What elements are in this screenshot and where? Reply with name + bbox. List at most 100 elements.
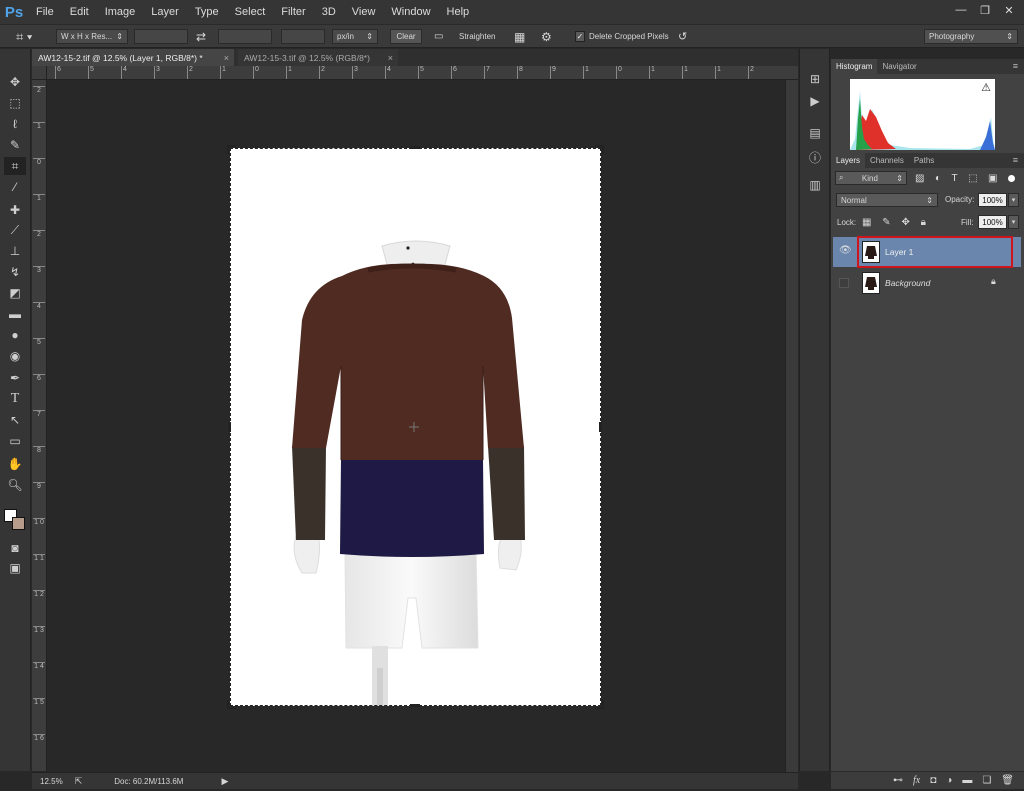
ruler-left[interactable]: 2101234567891 01 11 21 31 41 51 6 (32, 80, 47, 771)
menu-filter[interactable]: Filter (273, 0, 313, 24)
shape-filter-icon[interactable]: ⬚ (968, 173, 977, 184)
opacity-slider-arrow-icon[interactable]: ▾ (1008, 193, 1019, 207)
panel-menu-icon[interactable]: ≡ (1013, 61, 1018, 71)
export-icon[interactable]: ⇱ (75, 776, 83, 787)
visibility-toggle[interactable] (839, 278, 849, 288)
marquee-tool-icon[interactable]: ⬚ (4, 94, 26, 112)
menu-window[interactable]: Window (383, 0, 438, 24)
crop-handle[interactable] (599, 422, 602, 432)
rectangle-tool-icon[interactable]: ▭ (4, 432, 26, 450)
vertical-scrollbar[interactable] (785, 80, 798, 772)
opacity-input[interactable]: 100% (978, 193, 1007, 207)
dodge-tool-icon[interactable]: ◉ (4, 347, 26, 365)
blend-mode-dropdown[interactable]: Normal ⇕ (836, 193, 938, 207)
swap-icon[interactable]: ⇄ (196, 29, 212, 44)
lasso-tool-icon[interactable]: ℓ (4, 115, 26, 133)
close-icon[interactable]: × (388, 53, 393, 63)
menu-select[interactable]: Select (227, 0, 274, 24)
fx-icon[interactable]: fx (913, 775, 920, 786)
gear-icon[interactable]: ⚙ (541, 29, 557, 44)
adjustments-panel-icon[interactable]: ▤ (807, 125, 823, 141)
menu-file[interactable]: File (28, 0, 62, 24)
info-panel-icon[interactable]: ⓘ (807, 149, 823, 165)
trash-icon[interactable]: 🗑︎ (1001, 775, 1014, 786)
link-layers-icon[interactable]: ⊷ (893, 775, 903, 786)
fill-input[interactable]: 100% (978, 215, 1007, 229)
background-color-swatch[interactable] (12, 517, 25, 530)
blur-tool-icon[interactable]: ● (4, 326, 26, 344)
menu-3d[interactable]: 3D (314, 0, 344, 24)
workspace-dropdown[interactable]: Photography ⇕ (924, 29, 1018, 44)
pen-tool-icon[interactable]: ✒ (4, 369, 26, 387)
hand-tool-icon[interactable]: ✋ (4, 455, 26, 473)
lock-transparent-icon[interactable]: ▦ (862, 217, 871, 228)
ratio-dropdown[interactable]: W x H x Res... ⇕ (56, 29, 128, 44)
canvas-area[interactable] (47, 80, 785, 771)
lock-all-icon[interactable]: 🔒︎ (921, 217, 926, 228)
close-icon[interactable]: × (224, 53, 229, 63)
brush-tool-icon[interactable]: ⟋ (4, 221, 26, 239)
straighten-icon[interactable]: ▭ (434, 29, 452, 44)
tab-layers[interactable]: Layers (831, 153, 866, 168)
layer-name[interactable]: Layer 1 (885, 247, 913, 257)
lock-position-icon[interactable]: ✥ (901, 217, 909, 228)
crop-handle[interactable] (227, 700, 236, 709)
warning-icon[interactable]: ⚠ (981, 81, 991, 94)
crop-tool-icon[interactable]: ⌗ (4, 157, 26, 175)
crop-handle[interactable] (228, 422, 231, 432)
panel-menu-icon[interactable]: ≡ (1013, 155, 1018, 165)
new-layer-icon[interactable]: ❏ (982, 775, 991, 786)
crop-handle[interactable] (410, 704, 420, 707)
tab-paths[interactable]: Paths (909, 153, 939, 168)
adjustment-layer-icon[interactable]: ◑ (946, 775, 952, 786)
menu-type[interactable]: Type (187, 0, 227, 24)
path-selection-tool-icon[interactable]: ↖ (4, 411, 26, 429)
eraser-tool-icon[interactable]: ◩ (4, 284, 26, 302)
adjustment-filter-icon[interactable]: ◐ (935, 173, 941, 184)
move-tool-icon[interactable]: ✥ (4, 73, 26, 91)
smart-object-filter-icon[interactable]: ▣ (988, 173, 997, 184)
grid-overlay-icon[interactable]: ▦ (514, 29, 528, 44)
width-input[interactable] (134, 29, 188, 44)
properties-panel-icon[interactable]: ▥ (807, 177, 823, 193)
tab-aw12-15-3[interactable]: AW12-15-3.tif @ 12.5% (RGB/8*) × (238, 49, 398, 66)
healing-brush-tool-icon[interactable]: ✚ (4, 201, 26, 219)
layer-row-background[interactable]: Background 🔒︎ (833, 268, 1021, 298)
menu-help[interactable]: Help (439, 0, 478, 24)
document-image[interactable] (227, 145, 604, 709)
straighten-button[interactable]: Straighten (459, 29, 503, 44)
delete-cropped-checkbox[interactable]: ✓ (575, 29, 585, 44)
add-mask-icon[interactable]: ◘ (930, 775, 936, 786)
tab-aw12-15-2[interactable]: AW12-15-2.tif @ 12.5% (Layer 1, RGB/8*) … (32, 49, 234, 66)
history-brush-tool-icon[interactable]: ↯ (4, 263, 26, 281)
clone-stamp-tool-icon[interactable]: ⊥ (4, 242, 26, 260)
units-dropdown[interactable]: px/in ⇕ (332, 29, 378, 44)
filter-kind-dropdown[interactable]: ⌕ Kind ⇕ (835, 171, 907, 185)
ruler-top[interactable]: 6543210123456789101112 (47, 66, 798, 80)
tab-channels[interactable]: Channels (865, 153, 909, 168)
crop-handle[interactable] (410, 146, 420, 149)
pixel-filter-icon[interactable]: ▨ (915, 173, 924, 184)
menu-image[interactable]: Image (97, 0, 144, 24)
zoom-level[interactable]: 12.5% (40, 777, 63, 786)
type-tool-icon[interactable]: T (4, 390, 26, 408)
type-filter-icon[interactable]: T (951, 173, 957, 184)
tab-histogram[interactable]: Histogram (831, 59, 878, 74)
menu-edit[interactable]: Edit (62, 0, 97, 24)
fill-slider-arrow-icon[interactable]: ▾ (1008, 215, 1019, 229)
history-panel-icon[interactable]: ⊞ (807, 71, 823, 87)
height-input[interactable] (218, 29, 272, 44)
filter-toggle-icon[interactable] (1007, 174, 1015, 182)
ruler-origin[interactable] (32, 66, 47, 80)
crop-handle[interactable] (595, 700, 604, 709)
actions-panel-icon[interactable]: ▶ (807, 93, 823, 109)
screen-mode-icon[interactable]: ▣ (4, 559, 26, 577)
status-menu-arrow-icon[interactable]: ▶ (221, 776, 228, 787)
eyedropper-tool-icon[interactable]: ⁄ (4, 178, 26, 196)
crop-tool-preset-icon[interactable]: ⌗ ▾ (16, 29, 42, 44)
restore-button[interactable]: ❐ (974, 2, 996, 18)
reset-icon[interactable]: ↺ (678, 29, 692, 44)
menu-layer[interactable]: Layer (143, 0, 187, 24)
tab-navigator[interactable]: Navigator (877, 59, 921, 74)
quick-select-tool-icon[interactable]: ✎ (4, 136, 26, 154)
